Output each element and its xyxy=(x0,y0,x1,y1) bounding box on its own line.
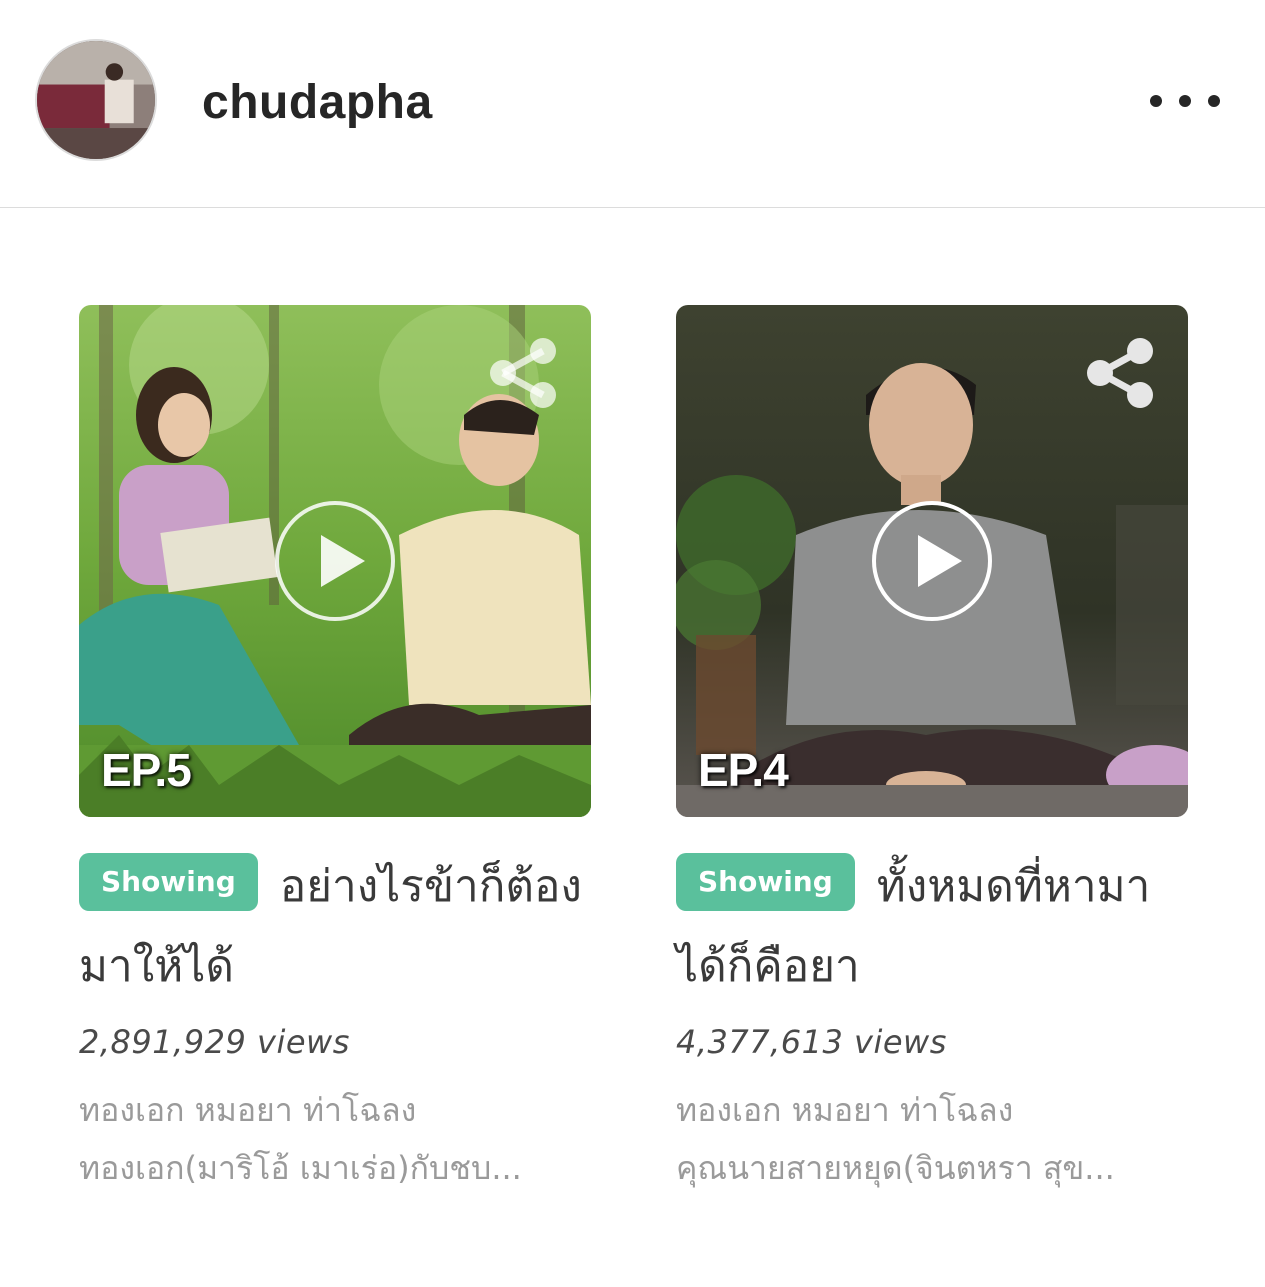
share-icon[interactable] xyxy=(483,333,563,413)
description-line-2: คุณนายสายหยุด(จินตหรา สุข... xyxy=(676,1149,1115,1187)
share-icon[interactable] xyxy=(1080,333,1160,413)
video-card: EP.4 Showing ทั้งหมดที่หามาได้ก็คือยา 4,3… xyxy=(676,305,1188,1197)
view-count: 4,377,613 views xyxy=(676,1023,947,1061)
video-card: EP.5 Showing อย่างไรข้าก็ต้องมาให้ได้ 2,8… xyxy=(79,305,591,1197)
post-header: chudapha xyxy=(0,0,1265,208)
status-badge: Showing xyxy=(676,853,855,911)
status-badge: Showing xyxy=(79,853,258,911)
video-title-block[interactable]: Showing อย่างไรข้าก็ต้องมาให้ได้ xyxy=(79,847,591,1007)
video-thumbnail[interactable]: EP.4 xyxy=(676,305,1188,817)
profile-avatar[interactable] xyxy=(35,39,157,161)
username[interactable]: chudapha xyxy=(202,74,433,132)
episode-label: EP.4 xyxy=(698,744,789,796)
video-thumbnail[interactable]: EP.5 xyxy=(79,305,591,817)
header-divider xyxy=(0,207,1265,208)
view-count: 2,891,929 views xyxy=(79,1023,350,1061)
play-icon[interactable] xyxy=(273,499,397,623)
description-line-1: ทองเอก หมอยา ท่าโฉลง xyxy=(676,1091,1014,1129)
episode-label: EP.5 xyxy=(101,744,192,796)
more-options-icon[interactable] xyxy=(1150,85,1220,117)
avatar-image xyxy=(37,41,155,159)
play-icon[interactable] xyxy=(870,499,994,623)
description-line-2: ทองเอก(มาริโอ้ เมาเร่อ)กับชบ... xyxy=(79,1149,522,1187)
description-line-1: ทองเอก หมอยา ท่าโฉลง xyxy=(79,1091,417,1129)
video-title-block[interactable]: Showing ทั้งหมดที่หามาได้ก็คือยา xyxy=(676,847,1188,1007)
